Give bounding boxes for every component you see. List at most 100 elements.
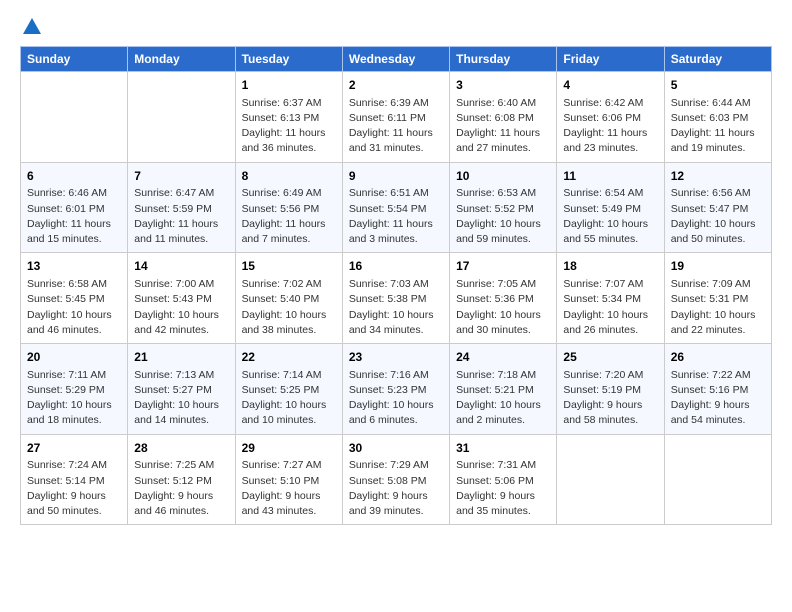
day-number: 10	[456, 168, 550, 185]
day-number: 27	[27, 440, 121, 457]
calendar-cell: 17 Sunrise: 7:05 AM Sunset: 5:36 PM Dayli…	[450, 253, 557, 344]
calendar-cell: 7Sunrise: 6:47 AM Sunset: 5:59 PM Daylig…	[128, 162, 235, 253]
day-info: Sunrise: 6:37 AM Sunset: 6:13 PM Dayligh…	[242, 96, 336, 157]
calendar-cell	[21, 72, 128, 163]
calendar-cell: 18 Sunrise: 7:07 AM Sunset: 5:34 PM Dayli…	[557, 253, 664, 344]
day-number: 24	[456, 349, 550, 366]
day-number: 15	[242, 258, 336, 275]
day-number: 6	[27, 168, 121, 185]
day-number: 18	[563, 258, 657, 275]
day-info: Sunrise: 6:58 AM Sunset: 5:45 PM Dayligh…	[27, 277, 121, 338]
calendar-week-row: 13 Sunrise: 6:58 AM Sunset: 5:45 PM Dayli…	[21, 253, 772, 344]
day-info: Sunrise: 6:40 AM Sunset: 6:08 PM Dayligh…	[456, 96, 550, 157]
day-info: Sunrise: 7:16 AM Sunset: 5:23 PM Dayligh…	[349, 368, 443, 429]
calendar-cell: 22 Sunrise: 7:14 AM Sunset: 5:25 PM Dayli…	[235, 344, 342, 435]
calendar-cell: 16 Sunrise: 7:03 AM Sunset: 5:38 PM Dayli…	[342, 253, 449, 344]
calendar-body: 1 Sunrise: 6:37 AM Sunset: 6:13 PM Daylig…	[21, 72, 772, 525]
day-info: Sunrise: 7:31 AM Sunset: 5:06 PM Dayligh…	[456, 458, 550, 519]
calendar-cell: 13 Sunrise: 6:58 AM Sunset: 5:45 PM Dayli…	[21, 253, 128, 344]
calendar-cell: 5 Sunrise: 6:44 AM Sunset: 6:03 PM Daylig…	[664, 72, 771, 163]
day-info: Sunrise: 6:49 AM Sunset: 5:56 PM Dayligh…	[242, 186, 336, 247]
day-number: 23	[349, 349, 443, 366]
day-number: 11	[563, 168, 657, 185]
calendar-cell: 15 Sunrise: 7:02 AM Sunset: 5:40 PM Dayli…	[235, 253, 342, 344]
calendar-col-header: Thursday	[450, 47, 557, 72]
calendar-cell: 14 Sunrise: 7:00 AM Sunset: 5:43 PM Dayli…	[128, 253, 235, 344]
page: SundayMondayTuesdayWednesdayThursdayFrid…	[0, 0, 792, 612]
calendar-col-header: Saturday	[664, 47, 771, 72]
day-info: Sunrise: 6:53 AM Sunset: 5:52 PM Dayligh…	[456, 186, 550, 247]
calendar-cell: 19 Sunrise: 7:09 AM Sunset: 5:31 PM Dayli…	[664, 253, 771, 344]
day-number: 19	[671, 258, 765, 275]
calendar-cell: 29Sunrise: 7:27 AM Sunset: 5:10 PM Dayli…	[235, 434, 342, 525]
calendar-cell: 11Sunrise: 6:54 AM Sunset: 5:49 PM Dayli…	[557, 162, 664, 253]
day-info: Sunrise: 6:56 AM Sunset: 5:47 PM Dayligh…	[671, 186, 765, 247]
day-number: 4	[563, 77, 657, 94]
day-number: 12	[671, 168, 765, 185]
day-info: Sunrise: 7:20 AM Sunset: 5:19 PM Dayligh…	[563, 368, 657, 429]
day-number: 29	[242, 440, 336, 457]
day-info: Sunrise: 7:11 AM Sunset: 5:29 PM Dayligh…	[27, 368, 121, 429]
day-info: Sunrise: 7:13 AM Sunset: 5:27 PM Dayligh…	[134, 368, 228, 429]
day-info: Sunrise: 6:47 AM Sunset: 5:59 PM Dayligh…	[134, 186, 228, 247]
day-info: Sunrise: 7:18 AM Sunset: 5:21 PM Dayligh…	[456, 368, 550, 429]
day-number: 21	[134, 349, 228, 366]
day-info: Sunrise: 7:22 AM Sunset: 5:16 PM Dayligh…	[671, 368, 765, 429]
logo-triangle-icon	[21, 16, 43, 38]
day-number: 16	[349, 258, 443, 275]
calendar-col-header: Friday	[557, 47, 664, 72]
day-number: 28	[134, 440, 228, 457]
calendar-cell: 25 Sunrise: 7:20 AM Sunset: 5:19 PM Dayli…	[557, 344, 664, 435]
calendar-cell	[128, 72, 235, 163]
day-info: Sunrise: 7:05 AM Sunset: 5:36 PM Dayligh…	[456, 277, 550, 338]
day-number: 5	[671, 77, 765, 94]
calendar-week-row: 20 Sunrise: 7:11 AM Sunset: 5:29 PM Dayli…	[21, 344, 772, 435]
day-number: 25	[563, 349, 657, 366]
day-number: 1	[242, 77, 336, 94]
calendar-cell: 26 Sunrise: 7:22 AM Sunset: 5:16 PM Dayli…	[664, 344, 771, 435]
header	[20, 16, 772, 36]
calendar-cell: 21 Sunrise: 7:13 AM Sunset: 5:27 PM Dayli…	[128, 344, 235, 435]
day-info: Sunrise: 7:03 AM Sunset: 5:38 PM Dayligh…	[349, 277, 443, 338]
calendar-week-row: 1 Sunrise: 6:37 AM Sunset: 6:13 PM Daylig…	[21, 72, 772, 163]
day-number: 26	[671, 349, 765, 366]
calendar-col-header: Monday	[128, 47, 235, 72]
day-number: 22	[242, 349, 336, 366]
day-number: 3	[456, 77, 550, 94]
calendar-cell: 6Sunrise: 6:46 AM Sunset: 6:01 PM Daylig…	[21, 162, 128, 253]
calendar-header-row: SundayMondayTuesdayWednesdayThursdayFrid…	[21, 47, 772, 72]
calendar: SundayMondayTuesdayWednesdayThursdayFrid…	[20, 46, 772, 525]
day-info: Sunrise: 7:02 AM Sunset: 5:40 PM Dayligh…	[242, 277, 336, 338]
day-info: Sunrise: 7:00 AM Sunset: 5:43 PM Dayligh…	[134, 277, 228, 338]
day-number: 13	[27, 258, 121, 275]
calendar-col-header: Sunday	[21, 47, 128, 72]
day-number: 30	[349, 440, 443, 457]
day-info: Sunrise: 6:44 AM Sunset: 6:03 PM Dayligh…	[671, 96, 765, 157]
calendar-cell	[557, 434, 664, 525]
calendar-cell: 9Sunrise: 6:51 AM Sunset: 5:54 PM Daylig…	[342, 162, 449, 253]
day-number: 31	[456, 440, 550, 457]
day-info: Sunrise: 6:42 AM Sunset: 6:06 PM Dayligh…	[563, 96, 657, 157]
day-number: 17	[456, 258, 550, 275]
day-info: Sunrise: 7:09 AM Sunset: 5:31 PM Dayligh…	[671, 277, 765, 338]
calendar-col-header: Wednesday	[342, 47, 449, 72]
calendar-cell: 4 Sunrise: 6:42 AM Sunset: 6:06 PM Daylig…	[557, 72, 664, 163]
calendar-cell: 1 Sunrise: 6:37 AM Sunset: 6:13 PM Daylig…	[235, 72, 342, 163]
day-number: 14	[134, 258, 228, 275]
calendar-cell: 2Sunrise: 6:39 AM Sunset: 6:11 PM Daylig…	[342, 72, 449, 163]
calendar-cell: 24 Sunrise: 7:18 AM Sunset: 5:21 PM Dayli…	[450, 344, 557, 435]
calendar-cell: 23 Sunrise: 7:16 AM Sunset: 5:23 PM Dayli…	[342, 344, 449, 435]
day-info: Sunrise: 7:29 AM Sunset: 5:08 PM Dayligh…	[349, 458, 443, 519]
day-info: Sunrise: 6:46 AM Sunset: 6:01 PM Dayligh…	[27, 186, 121, 247]
day-info: Sunrise: 7:14 AM Sunset: 5:25 PM Dayligh…	[242, 368, 336, 429]
calendar-cell: 20 Sunrise: 7:11 AM Sunset: 5:29 PM Dayli…	[21, 344, 128, 435]
calendar-week-row: 6Sunrise: 6:46 AM Sunset: 6:01 PM Daylig…	[21, 162, 772, 253]
day-info: Sunrise: 7:07 AM Sunset: 5:34 PM Dayligh…	[563, 277, 657, 338]
logo	[20, 16, 43, 36]
day-number: 20	[27, 349, 121, 366]
calendar-week-row: 27Sunrise: 7:24 AM Sunset: 5:14 PM Dayli…	[21, 434, 772, 525]
day-info: Sunrise: 6:51 AM Sunset: 5:54 PM Dayligh…	[349, 186, 443, 247]
day-number: 2	[349, 77, 443, 94]
calendar-col-header: Tuesday	[235, 47, 342, 72]
calendar-cell: 30Sunrise: 7:29 AM Sunset: 5:08 PM Dayli…	[342, 434, 449, 525]
